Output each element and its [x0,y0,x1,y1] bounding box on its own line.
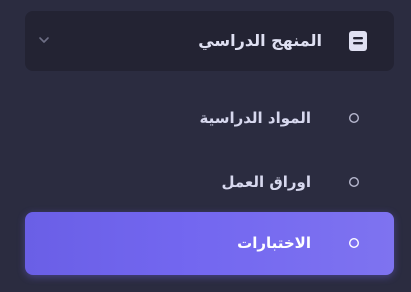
menu-item-label: الاختبارات [237,234,311,252]
curriculum-menu: المنهج الدراسي المواد الدراسية اوراق الع… [0,0,411,292]
circle-bullet-icon [348,112,360,124]
chevron-down-icon [39,37,49,43]
menu-item-label: المواد الدراسية [199,109,311,127]
circle-bullet-icon [348,176,360,188]
menu-item-label: اوراق العمل [221,173,311,191]
menu-item-subjects[interactable]: المواد الدراسية [25,90,394,146]
curriculum-menu-label: المنهج الدراسي [198,31,322,50]
book-icon [349,31,367,51]
curriculum-menu-toggle[interactable]: المنهج الدراسي [25,11,394,71]
menu-item-exams[interactable]: الاختبارات [25,212,394,275]
circle-bullet-icon [348,237,360,249]
menu-item-worksheets[interactable]: اوراق العمل [25,154,394,210]
